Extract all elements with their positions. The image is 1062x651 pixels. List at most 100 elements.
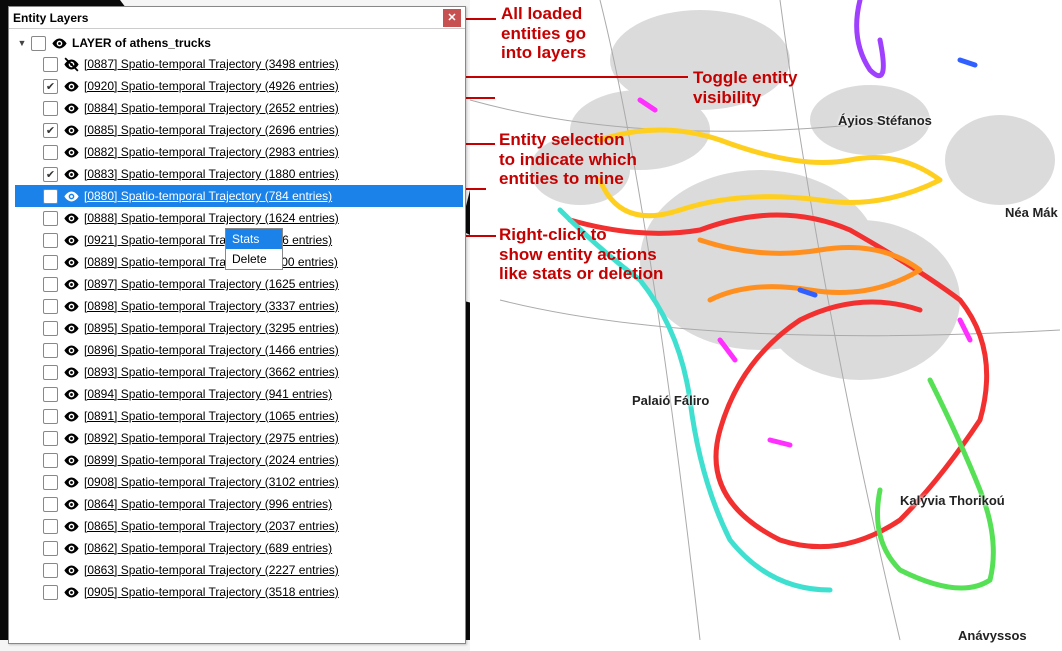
panel-header[interactable]: Entity Layers ✕ xyxy=(9,7,465,29)
close-icon[interactable]: ✕ xyxy=(443,9,461,27)
eye-icon[interactable] xyxy=(62,231,80,249)
entity-row[interactable]: [0891] Spatio-temporal Trajectory (1065 … xyxy=(15,405,463,427)
entity-checkbox[interactable] xyxy=(43,343,58,358)
eye-icon[interactable] xyxy=(62,297,80,315)
entity-label[interactable]: [0888] Spatio-temporal Trajectory (1624 … xyxy=(84,211,339,225)
entity-label[interactable]: [0897] Spatio-temporal Trajectory (1625 … xyxy=(84,277,339,291)
eye-icon[interactable] xyxy=(62,429,80,447)
entity-row[interactable]: [0864] Spatio-temporal Trajectory (996 e… xyxy=(15,493,463,515)
entity-checkbox[interactable] xyxy=(43,585,58,600)
eye-icon[interactable] xyxy=(62,143,80,161)
entity-checkbox[interactable] xyxy=(43,475,58,490)
entity-checkbox[interactable] xyxy=(43,541,58,556)
entity-label[interactable]: [0880] Spatio-temporal Trajectory (784 e… xyxy=(84,189,332,203)
eye-icon[interactable] xyxy=(62,451,80,469)
eye-off-icon[interactable] xyxy=(62,55,80,73)
entity-label[interactable]: [0865] Spatio-temporal Trajectory (2037 … xyxy=(84,519,339,533)
eye-icon[interactable] xyxy=(50,34,68,52)
eye-icon[interactable] xyxy=(62,539,80,557)
entity-row[interactable]: [0888] Spatio-temporal Trajectory (1624 … xyxy=(15,207,463,229)
entity-checkbox[interactable] xyxy=(43,123,58,138)
entity-checkbox[interactable] xyxy=(43,101,58,116)
entity-checkbox[interactable] xyxy=(43,365,58,380)
entity-checkbox[interactable] xyxy=(43,299,58,314)
entity-row[interactable]: [0887] Spatio-temporal Trajectory (3498 … xyxy=(15,53,463,75)
eye-icon[interactable] xyxy=(62,473,80,491)
entity-checkbox[interactable] xyxy=(43,563,58,578)
entity-label[interactable]: [0898] Spatio-temporal Trajectory (3337 … xyxy=(84,299,339,313)
entity-checkbox[interactable] xyxy=(43,321,58,336)
entity-row[interactable]: [0905] Spatio-temporal Trajectory (3518 … xyxy=(15,581,463,603)
entity-label[interactable]: [0862] Spatio-temporal Trajectory (689 e… xyxy=(84,541,332,555)
eye-icon[interactable] xyxy=(62,121,80,139)
entity-row[interactable]: [0863] Spatio-temporal Trajectory (2227 … xyxy=(15,559,463,581)
entity-row[interactable]: [0893] Spatio-temporal Trajectory (3662 … xyxy=(15,361,463,383)
entity-checkbox[interactable] xyxy=(43,167,58,182)
entity-row[interactable]: [0865] Spatio-temporal Trajectory (2037 … xyxy=(15,515,463,537)
entity-checkbox[interactable] xyxy=(43,57,58,72)
entity-checkbox[interactable] xyxy=(43,189,58,204)
eye-icon[interactable] xyxy=(62,495,80,513)
entity-label[interactable]: [0887] Spatio-temporal Trajectory (3498 … xyxy=(84,57,339,71)
entity-label[interactable]: [0863] Spatio-temporal Trajectory (2227 … xyxy=(84,563,339,577)
entity-label[interactable]: [0892] Spatio-temporal Trajectory (2975 … xyxy=(84,431,339,445)
layer-checkbox[interactable] xyxy=(31,36,46,51)
eye-icon[interactable] xyxy=(62,187,80,205)
entity-row[interactable]: [0880] Spatio-temporal Trajectory (784 e… xyxy=(15,185,463,207)
eye-icon[interactable] xyxy=(62,253,80,271)
entity-label[interactable]: [0921] Spatio-temporal Trajectory (576 e… xyxy=(84,233,332,247)
entity-label[interactable]: [0899] Spatio-temporal Trajectory (2024 … xyxy=(84,453,339,467)
eye-icon[interactable] xyxy=(62,363,80,381)
ctx-stats[interactable]: Stats xyxy=(226,229,282,249)
entity-checkbox[interactable] xyxy=(43,211,58,226)
eye-icon[interactable] xyxy=(62,385,80,403)
entity-label[interactable]: [0920] Spatio-temporal Trajectory (4926 … xyxy=(84,79,339,93)
entity-checkbox[interactable] xyxy=(43,79,58,94)
panel-body[interactable]: ▼ LAYER of athens_trucks [0887] Spatio-t… xyxy=(9,29,465,643)
entity-row[interactable]: [0897] Spatio-temporal Trajectory (1625 … xyxy=(15,273,463,295)
eye-icon[interactable] xyxy=(62,99,80,117)
entity-checkbox[interactable] xyxy=(43,145,58,160)
entity-checkbox[interactable] xyxy=(43,431,58,446)
entity-checkbox[interactable] xyxy=(43,519,58,534)
eye-icon[interactable] xyxy=(62,583,80,601)
entity-label[interactable]: [0885] Spatio-temporal Trajectory (2696 … xyxy=(84,123,339,137)
entity-row[interactable]: [0920] Spatio-temporal Trajectory (4926 … xyxy=(15,75,463,97)
entity-label[interactable]: [0884] Spatio-temporal Trajectory (2652 … xyxy=(84,101,339,115)
entity-checkbox[interactable] xyxy=(43,233,58,248)
entity-label[interactable]: [0896] Spatio-temporal Trajectory (1466 … xyxy=(84,343,339,357)
entity-row[interactable]: [0895] Spatio-temporal Trajectory (3295 … xyxy=(15,317,463,339)
entity-row[interactable]: [0883] Spatio-temporal Trajectory (1880 … xyxy=(15,163,463,185)
eye-icon[interactable] xyxy=(62,319,80,337)
entity-label[interactable]: [0882] Spatio-temporal Trajectory (2983 … xyxy=(84,145,339,159)
entity-row[interactable]: [0892] Spatio-temporal Trajectory (2975 … xyxy=(15,427,463,449)
ctx-delete[interactable]: Delete xyxy=(226,249,282,269)
expand-icon[interactable]: ▼ xyxy=(17,38,27,48)
layer-row[interactable]: ▼ LAYER of athens_trucks xyxy=(15,33,463,53)
entity-label[interactable]: [0908] Spatio-temporal Trajectory (3102 … xyxy=(84,475,339,489)
entity-checkbox[interactable] xyxy=(43,453,58,468)
entity-row[interactable]: [0898] Spatio-temporal Trajectory (3337 … xyxy=(15,295,463,317)
entity-row[interactable]: [0896] Spatio-temporal Trajectory (1466 … xyxy=(15,339,463,361)
eye-icon[interactable] xyxy=(62,165,80,183)
entity-label[interactable]: [0893] Spatio-temporal Trajectory (3662 … xyxy=(84,365,339,379)
eye-icon[interactable] xyxy=(62,561,80,579)
entity-row[interactable]: [0885] Spatio-temporal Trajectory (2696 … xyxy=(15,119,463,141)
entity-label[interactable]: [0864] Spatio-temporal Trajectory (996 e… xyxy=(84,497,332,511)
entity-row[interactable]: [0908] Spatio-temporal Trajectory (3102 … xyxy=(15,471,463,493)
entity-label[interactable]: [0894] Spatio-temporal Trajectory (941 e… xyxy=(84,387,332,401)
entity-row[interactable]: [0882] Spatio-temporal Trajectory (2983 … xyxy=(15,141,463,163)
eye-icon[interactable] xyxy=(62,77,80,95)
eye-icon[interactable] xyxy=(62,209,80,227)
entity-row[interactable]: [0899] Spatio-temporal Trajectory (2024 … xyxy=(15,449,463,471)
entity-checkbox[interactable] xyxy=(43,387,58,402)
entity-label[interactable]: [0883] Spatio-temporal Trajectory (1880 … xyxy=(84,167,339,181)
entity-checkbox[interactable] xyxy=(43,277,58,292)
entity-row[interactable]: [0884] Spatio-temporal Trajectory (2652 … xyxy=(15,97,463,119)
eye-icon[interactable] xyxy=(62,407,80,425)
eye-icon[interactable] xyxy=(62,275,80,293)
entity-label[interactable]: [0889] Spatio-temporal Trajectory (1100 … xyxy=(84,255,338,269)
entity-row[interactable]: [0894] Spatio-temporal Trajectory (941 e… xyxy=(15,383,463,405)
entity-checkbox[interactable] xyxy=(43,255,58,270)
entity-row[interactable]: [0862] Spatio-temporal Trajectory (689 e… xyxy=(15,537,463,559)
